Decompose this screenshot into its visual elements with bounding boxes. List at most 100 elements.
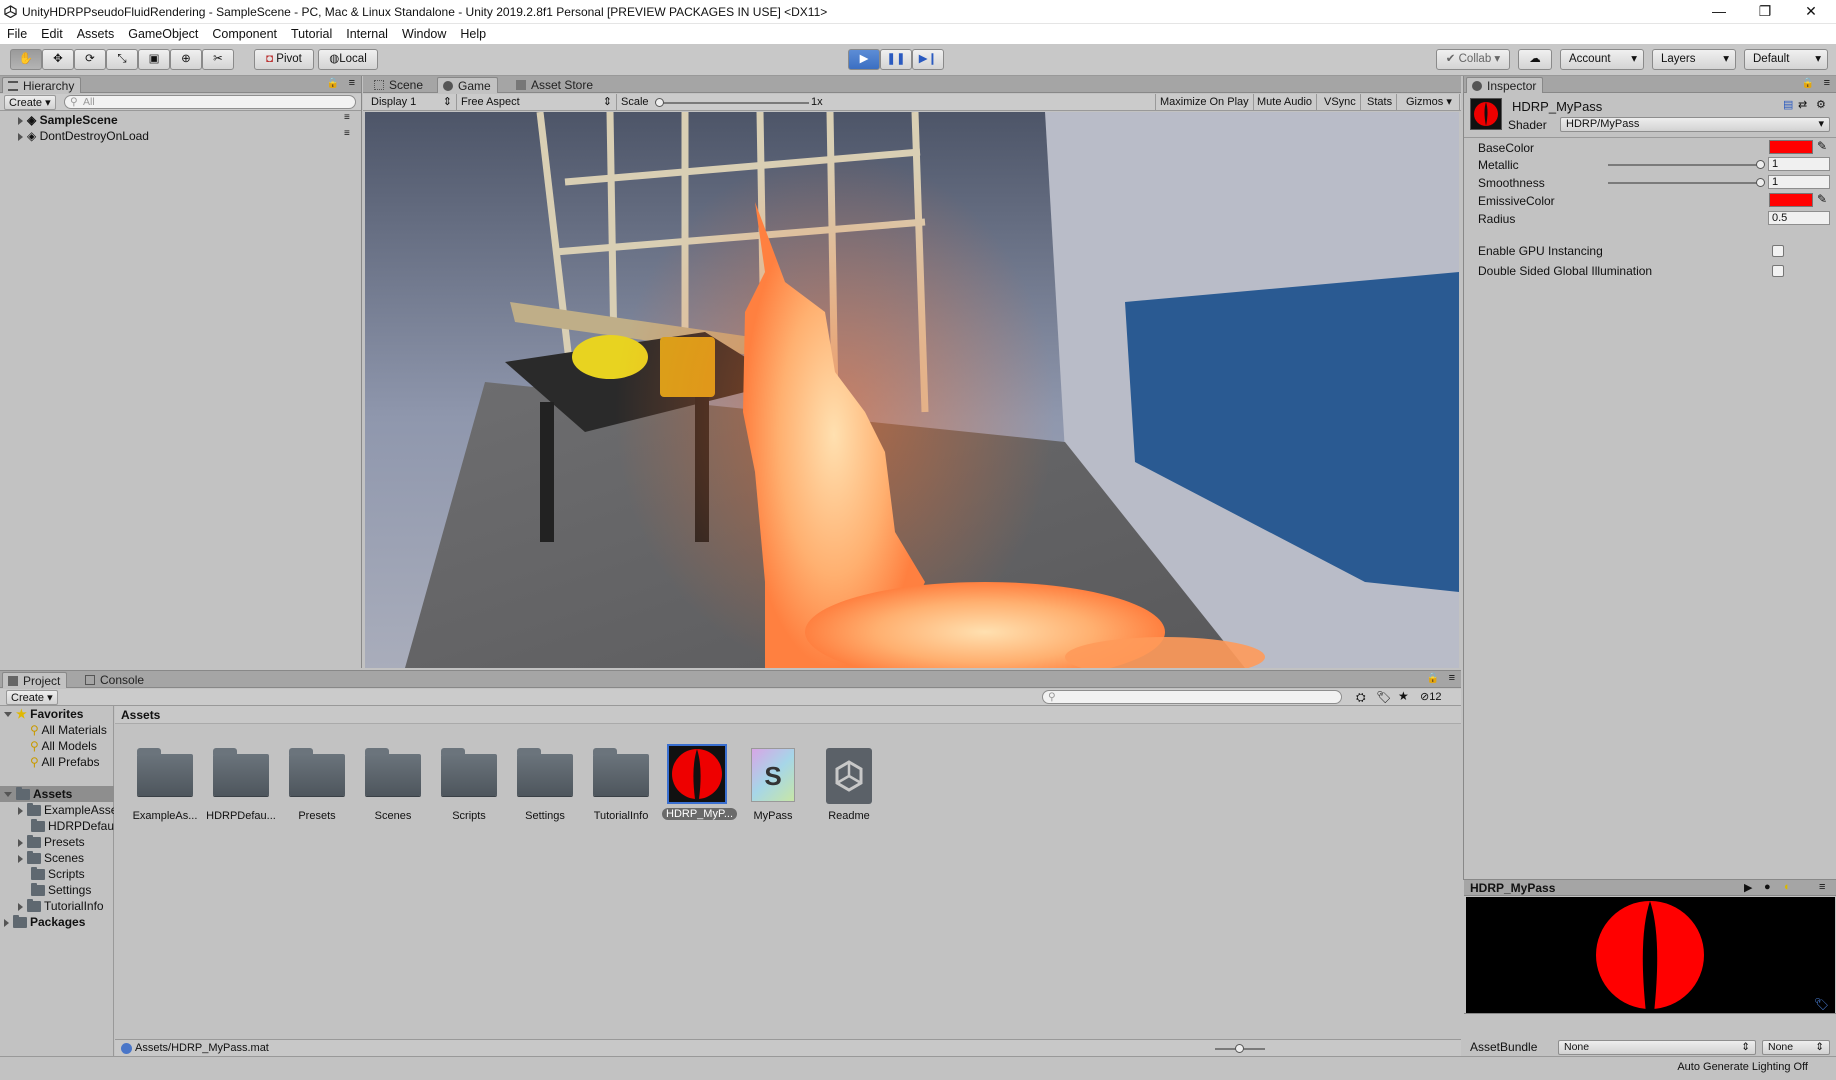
move-tool-button[interactable]: ✥ [42,49,74,70]
tab-scene[interactable]: Scene [369,77,429,93]
tree-tutorialinfo[interactable]: TutorialInfo [18,898,104,914]
tag-icon[interactable]: 🏷 [1814,997,1829,1011]
tab-hierarchy[interactable]: Hierarchy [2,77,82,93]
menu-tutorial[interactable]: Tutorial [284,24,339,44]
expand-arrow-icon[interactable] [4,918,9,927]
tree-all-materials[interactable]: ⚲ All Materials [30,722,107,738]
transform-tool-button[interactable]: ⊕ [170,49,202,70]
asset-shader-mypass[interactable]: S MyPass [738,746,808,822]
tab-asset-store[interactable]: Asset Store [511,77,599,93]
expand-arrow-icon[interactable] [18,806,23,815]
play-button[interactable]: ▶ [848,49,880,70]
minimize-button[interactable]: — [1696,0,1742,24]
hand-tool-button[interactable]: ✋ [10,49,42,70]
expand-arrow-icon[interactable] [18,902,23,911]
asset-folder-settings[interactable]: Settings [510,746,580,822]
metallic-slider-track[interactable] [1608,164,1760,166]
tab-project[interactable]: Project [2,672,68,688]
gizmos-dropdown[interactable]: Gizmos ▾ [1402,94,1460,111]
light-preview-icon[interactable]: ◐ [1784,881,1791,893]
asset-folder-presets[interactable]: Presets [282,746,352,822]
account-dropdown[interactable]: Account ▾ [1560,49,1644,70]
tree-all-prefabs[interactable]: ⚲ All Prefabs [30,754,100,770]
tree-packages[interactable]: Packages [4,914,85,930]
restore-button[interactable]: ❐ [1742,0,1788,24]
menu-edit[interactable]: Edit [34,24,70,44]
panel-menu-icon[interactable]: ≡ [1824,77,1830,89]
tab-game[interactable]: Game [437,77,498,93]
emissive-swatch[interactable] [1769,193,1813,207]
menu-file[interactable]: File [0,24,34,44]
hidden-count[interactable]: ⊘12 [1420,690,1441,703]
scene-options-icon[interactable]: ≡ [344,112,350,123]
mute-audio-toggle[interactable]: Mute Audio [1253,94,1318,111]
lock-icon[interactable]: 🔒 [1802,78,1814,89]
hierarchy-create-button[interactable]: Create ▾ [4,95,56,110]
favorite-star-icon[interactable]: ★ [1398,689,1409,703]
material-preview[interactable]: 🏷 [1466,897,1835,1013]
tree-scenes[interactable]: Scenes [18,850,84,866]
smoothness-field[interactable]: 1 [1768,175,1830,189]
asset-folder-scripts[interactable]: Scripts [434,746,504,822]
pivot-toggle[interactable]: ◘ Pivot [254,49,314,70]
project-search-input[interactable]: ⚲ [1042,690,1342,704]
sphere-preview-icon[interactable]: ● [1764,881,1771,893]
menu-help[interactable]: Help [453,24,493,44]
play-preview-icon[interactable]: ▶ [1744,881,1752,894]
filter-type-icon[interactable]: ⛭ [1356,690,1366,705]
menu-gameobject[interactable]: GameObject [121,24,205,44]
icon-size-slider-knob[interactable] [1235,1044,1244,1053]
custom-tool-button[interactable]: ✂ [202,49,234,70]
project-create-button[interactable]: Create ▾ [6,690,58,705]
menu-internal[interactable]: Internal [339,24,395,44]
asset-folder-hdrpdefault[interactable]: HDRPDefau... [206,746,276,822]
radius-field[interactable]: 0.5 [1768,211,1830,225]
tree-settings[interactable]: Settings [31,882,91,898]
step-button[interactable]: ▶❙ [912,49,944,70]
rotate-tool-button[interactable]: ⟳ [74,49,106,70]
asset-folder-tutorialinfo[interactable]: TutorialInfo [586,746,656,822]
menu-component[interactable]: Component [205,24,284,44]
asset-folder-scenes[interactable]: Scenes [358,746,428,822]
tab-inspector[interactable]: Inspector [1466,77,1544,93]
aspect-dropdown[interactable]: Free Aspect ⇕ [457,94,617,111]
preset-icon[interactable]: ⇄ [1798,98,1807,111]
tree-scripts[interactable]: Scripts [31,866,85,882]
panel-menu-icon[interactable]: ≡ [349,77,355,89]
layers-dropdown[interactable]: Layers ▾ [1652,49,1736,70]
expand-arrow-icon[interactable] [18,132,23,141]
help-icon[interactable]: ▤ [1783,98,1793,111]
rect-tool-button[interactable]: ▣ [138,49,170,70]
filter-label-icon[interactable]: 🏷 [1376,690,1391,704]
scale-tool-button[interactable]: ⤡ [106,49,138,70]
shader-dropdown[interactable]: HDRP/MyPass ▾ [1560,117,1830,132]
basecolor-swatch[interactable] [1769,140,1813,154]
pause-button[interactable]: ❚❚ [880,49,912,70]
menu-assets[interactable]: Assets [70,24,122,44]
gpu-instancing-checkbox[interactable] [1772,245,1784,257]
metallic-slider-knob[interactable] [1756,160,1765,169]
metallic-field[interactable]: 1 [1768,157,1830,171]
hierarchy-search-input[interactable]: ⚲ All [64,95,356,109]
expand-arrow-icon[interactable] [18,116,23,125]
layout-dropdown[interactable]: Default ▾ [1744,49,1828,70]
double-sided-gi-checkbox[interactable] [1772,265,1784,277]
panel-menu-icon[interactable]: ≡ [1449,672,1455,684]
scale-slider-track[interactable] [657,102,809,104]
tree-exampleassets[interactable]: ExampleAssets [18,802,114,818]
gear-icon[interactable]: ⚙ [1816,98,1826,111]
scene-options-icon[interactable]: ≡ [344,128,350,139]
expand-arrow-icon[interactable] [18,854,23,863]
asset-readme[interactable]: Readme [814,746,884,822]
hierarchy-item-dontdestroyonload[interactable]: ◈ DontDestroyOnLoad [18,128,149,144]
game-viewport[interactable] [365,112,1459,668]
lock-icon[interactable]: 🔒 [1427,673,1439,684]
assetbundle-variant-dropdown[interactable]: None ⇕ [1762,1040,1830,1055]
tab-console[interactable]: Console [80,672,150,688]
lock-icon[interactable]: 🔒 [327,78,339,89]
tree-all-models[interactable]: ⚲ All Models [30,738,97,754]
tree-hdrpdefaultresources[interactable]: HDRPDefaultResources [31,818,114,834]
collab-dropdown[interactable]: ✔ Collab ▾ [1436,49,1510,70]
stats-toggle[interactable]: Stats [1363,94,1398,111]
panel-menu-icon[interactable]: ≡ [1819,881,1825,893]
